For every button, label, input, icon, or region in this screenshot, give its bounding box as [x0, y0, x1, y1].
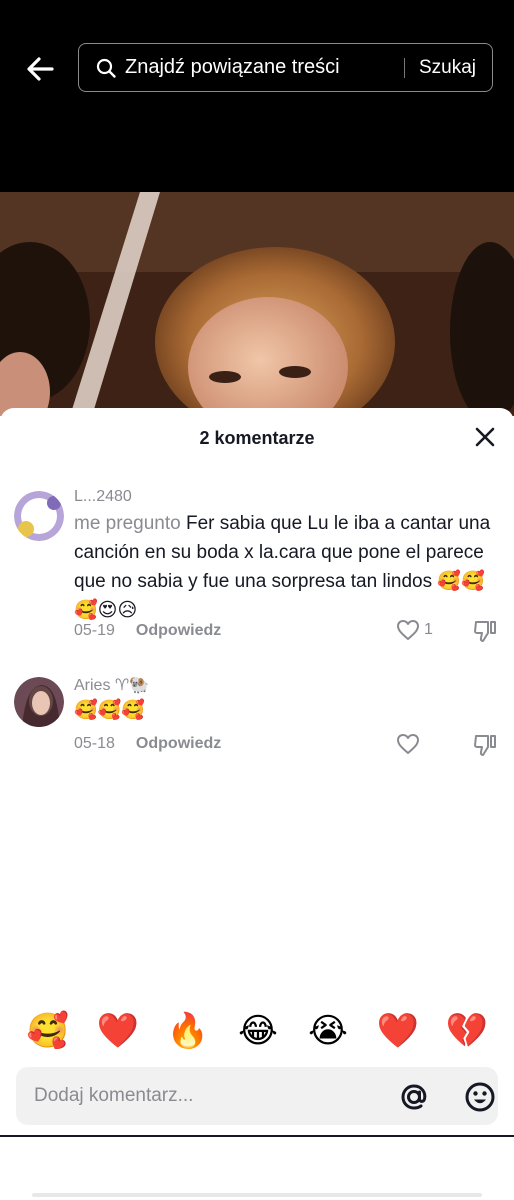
comment-text: me pregunto Fer sabia que Lu le iba a ca…: [74, 509, 494, 625]
comment-text: 🥰🥰🥰: [74, 700, 145, 721]
home-indicator: [32, 1193, 482, 1197]
back-arrow-icon[interactable]: [22, 50, 60, 88]
search-bar[interactable]: Szukaj: [78, 43, 493, 92]
search-separator: [403, 57, 405, 78]
mention-icon[interactable]: [398, 1081, 430, 1113]
search-input[interactable]: [125, 56, 404, 79]
comment-input[interactable]: [34, 1067, 374, 1125]
bottom-divider: [0, 1135, 514, 1137]
quick-emoji-row: 🥰 ❤️ 🔥 😂 😭 ❤️ 💔: [0, 1008, 514, 1054]
heart-outline-icon: [397, 734, 419, 754]
emoji-fire[interactable]: 🔥: [165, 1008, 211, 1054]
avatar[interactable]: [14, 677, 64, 727]
comment-meta: 05-19 Odpowiedz: [74, 622, 221, 640]
emoji-picker-icon[interactable]: [464, 1081, 496, 1113]
comment-meta: 05-18 Odpowiedz: [74, 735, 221, 753]
close-icon[interactable]: [472, 424, 498, 450]
comment-item: Aries ♈🐏 🥰🥰🥰 05-18 Odpowiedz: [0, 675, 514, 765]
emoji-red-heart[interactable]: ❤️: [95, 1008, 141, 1054]
comment-username[interactable]: L...2480: [74, 488, 132, 506]
comment-date: 05-19: [74, 622, 115, 639]
reply-button[interactable]: Odpowiedz: [136, 622, 221, 640]
like-count: 1: [424, 621, 433, 638]
video-frame-image: [0, 192, 514, 416]
emoji-tears-of-joy[interactable]: 😂: [235, 1008, 281, 1054]
comment-input-bar[interactable]: [16, 1067, 498, 1125]
comment-item: L...2480 me pregunto Fer sabia que Lu le…: [0, 488, 514, 648]
like-button[interactable]: [396, 733, 420, 755]
emoji-broken-heart[interactable]: 💔: [444, 1008, 490, 1054]
emoji-smiling-hearts[interactable]: 🥰: [25, 1008, 71, 1054]
comment-text-prefix: me pregunto: [74, 513, 181, 534]
comments-count-title: 2 komentarze: [199, 428, 315, 448]
emoji-crying[interactable]: 😭: [305, 1008, 351, 1054]
search-button[interactable]: Szukaj: [419, 57, 476, 79]
heart-outline-icon: [397, 620, 419, 640]
top-bar: Szukaj: [0, 0, 514, 192]
video-preview[interactable]: [0, 192, 514, 416]
dislike-icon[interactable]: [472, 618, 498, 644]
comment-username[interactable]: Aries ♈🐏: [74, 675, 149, 695]
emoji-red-heart[interactable]: ❤️: [375, 1008, 421, 1054]
search-icon: [96, 58, 116, 78]
comment-date: 05-18: [74, 735, 115, 752]
dislike-icon[interactable]: [472, 732, 498, 758]
like-button[interactable]: 1: [396, 619, 433, 641]
reply-button[interactable]: Odpowiedz: [136, 735, 221, 753]
avatar[interactable]: [14, 491, 64, 541]
